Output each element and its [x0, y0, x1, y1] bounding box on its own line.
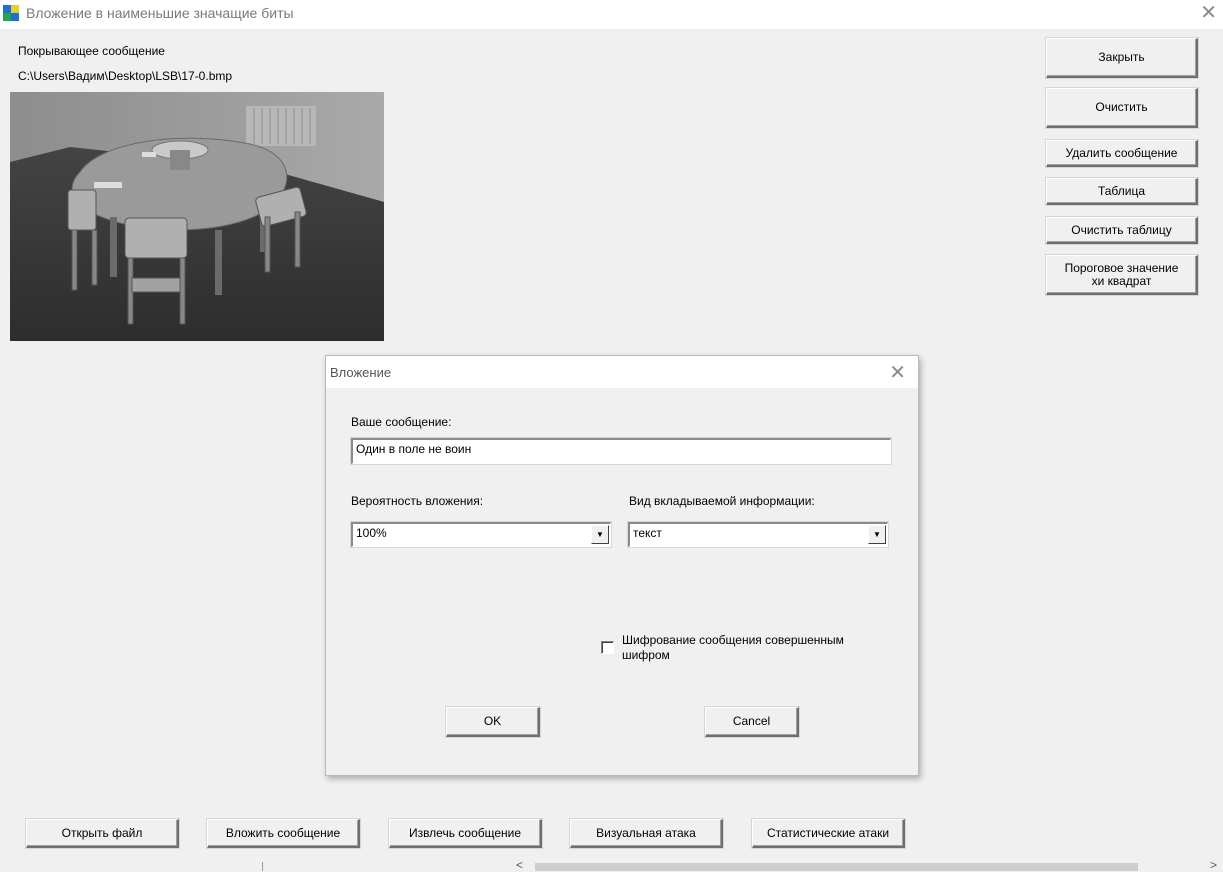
chi-threshold-line1: Пороговое значение — [1064, 260, 1179, 275]
chi-threshold-line2: хи квадрат — [1091, 273, 1152, 288]
info-type-label: Вид вкладываемой информации: — [629, 494, 815, 508]
cover-label: Покрывающее сообщение — [18, 44, 165, 58]
ok-button[interactable]: OK — [446, 707, 540, 737]
probability-label: Вероятность вложения: — [351, 494, 484, 508]
info-type-select[interactable]: текст ▼ — [628, 522, 888, 547]
message-label: Ваше сообщение: — [351, 415, 452, 429]
window-close-icon[interactable]: ✕ — [1200, 2, 1217, 24]
window-title: Вложение в наименьшие значащие биты — [26, 5, 294, 21]
embed-dialog: Вложение ✕ Ваше сообщение: Один в поле н… — [325, 355, 919, 776]
clear-button[interactable]: Очистить — [1046, 88, 1198, 128]
dropdown-arrow-icon[interactable]: ▼ — [868, 525, 886, 544]
scroll-right-icon[interactable]: > — [1210, 858, 1217, 872]
app-icon — [3, 5, 19, 21]
horizontal-scrollbar[interactable]: < > — [0, 858, 1223, 872]
dropdown-arrow-icon[interactable]: ▼ — [591, 525, 609, 544]
encrypt-label-line2: шифром — [622, 648, 670, 662]
table-button[interactable]: Таблица — [1046, 178, 1198, 205]
scrollbar-thumb[interactable] — [535, 863, 1138, 871]
close-button[interactable]: Закрыть — [1046, 38, 1198, 78]
extract-message-button[interactable]: Извлечь сообщение — [389, 819, 542, 848]
info-type-value: текст — [633, 526, 662, 540]
encrypt-label-line1: Шифрование сообщения совершенным — [622, 633, 844, 647]
scrollbar-separator — [262, 862, 263, 871]
window-titlebar: Вложение в наименьшие значащие биты ✕ — [0, 0, 1223, 29]
cover-image — [10, 92, 384, 341]
cover-image-graphic — [10, 92, 384, 341]
scroll-left-icon[interactable]: < — [516, 858, 523, 872]
message-input[interactable]: Один в поле не воин — [351, 438, 891, 464]
statistical-attacks-button[interactable]: Статистические атаки — [752, 819, 905, 848]
clear-table-button[interactable]: Очистить таблицу — [1046, 217, 1198, 244]
dialog-title: Вложение — [330, 365, 392, 380]
visual-attack-button[interactable]: Визуальная атака — [570, 819, 723, 848]
embed-message-button[interactable]: Вложить сообщение — [207, 819, 360, 848]
open-file-button[interactable]: Открыть файл — [26, 819, 179, 848]
probability-select[interactable]: 100% ▼ — [351, 522, 611, 547]
probability-value: 100% — [356, 526, 387, 540]
cover-path: C:\Users\Вадим\Desktop\LSB\17-0.bmp — [18, 69, 233, 83]
dialog-titlebar: Вложение ✕ — [326, 356, 918, 388]
cancel-button[interactable]: Cancel — [705, 707, 799, 737]
chi-square-threshold-button[interactable]: Пороговое значение хи квадрат — [1046, 255, 1198, 295]
encrypt-checkbox[interactable] — [601, 641, 614, 654]
encrypt-label: Шифрование сообщения совершенным шифром — [622, 633, 844, 663]
dialog-close-icon[interactable]: ✕ — [889, 360, 906, 385]
delete-message-button[interactable]: Удалить сообщение — [1046, 140, 1198, 167]
